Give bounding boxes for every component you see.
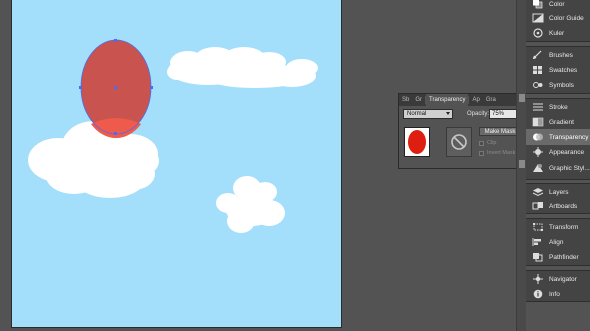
transparency-panel: Sb Gr Transparency Ap Gra Normal Opacity…: [398, 93, 526, 169]
artboard[interactable]: [11, 0, 342, 328]
scroll-handle[interactable]: [519, 160, 525, 168]
chevron-down-icon: [446, 112, 450, 115]
dock-item-transparency[interactable]: Transparency: [526, 129, 590, 145]
cloud-left[interactable]: [28, 121, 159, 198]
panel-dock: Color Color Guide Kuler Brushes Swatches…: [526, 0, 590, 331]
cloud-top-right[interactable]: [167, 47, 318, 88]
invert-mask-label: Invert Mask: [487, 150, 516, 156]
make-mask-button[interactable]: Make Mask: [479, 127, 521, 136]
blend-mode-select[interactable]: Normal: [403, 109, 453, 119]
scroll-handle[interactable]: [519, 94, 525, 102]
dock-item-align[interactable]: Align: [526, 234, 590, 250]
info-icon: [531, 288, 545, 300]
stroke-icon: [531, 101, 545, 113]
dock-collapse-gutter[interactable]: [516, 0, 526, 331]
opacity-input[interactable]: 75%: [489, 109, 517, 119]
dock-item-transform[interactable]: Transform: [526, 219, 590, 235]
tab-appearance[interactable]: Ap: [469, 94, 482, 106]
gradient-icon: [531, 116, 545, 128]
appearance-icon: [531, 146, 545, 158]
dock-item-stroke[interactable]: Stroke: [526, 99, 590, 115]
dock-item-swatches[interactable]: Swatches: [526, 62, 590, 78]
dock-item-artboards[interactable]: Artboards: [526, 198, 590, 214]
dock-item-graphic-styles[interactable]: Graphic Styl...: [526, 160, 590, 176]
dock-item-kuler[interactable]: Kuler: [526, 25, 590, 41]
tab-gradient[interactable]: Gr: [412, 94, 425, 106]
clip-checkbox[interactable]: Clip: [479, 140, 496, 146]
invert-mask-checkbox-box[interactable]: [479, 150, 484, 156]
graphic-styles-icon: [531, 162, 545, 174]
dock-item-gradient[interactable]: Gradient: [526, 114, 590, 130]
dock-item-color-guide[interactable]: Color Guide: [526, 10, 590, 26]
dock-item-pathfinder[interactable]: Pathfinder: [526, 249, 590, 265]
symbols-icon: [531, 79, 545, 91]
invert-mask-checkbox[interactable]: Invert Mask: [479, 150, 515, 156]
dock-item-info[interactable]: Info: [526, 286, 590, 302]
align-icon: [531, 236, 545, 248]
color-guide-icon: [531, 12, 545, 24]
transparency-icon: [531, 131, 545, 143]
blend-mode-value: Normal: [407, 111, 427, 117]
object-thumbnail[interactable]: [404, 127, 430, 157]
tab-transparency[interactable]: Transparency: [426, 94, 469, 106]
tab-graphic-styles[interactable]: Gra: [483, 94, 499, 106]
no-mask-icon: [451, 134, 467, 150]
pathfinder-icon: [531, 251, 545, 263]
cloud-small-right[interactable]: [216, 176, 285, 233]
clip-label: Clip: [487, 140, 497, 146]
panel-tab-bar: Sb Gr Transparency Ap Gra: [399, 94, 525, 106]
artboards-icon: [531, 200, 545, 212]
dock-item-brushes[interactable]: Brushes: [526, 47, 590, 63]
tab-stroke[interactable]: Sb: [399, 94, 412, 106]
panel-body: Normal Opacity: 75% Make Mask Clip Inver…: [399, 106, 525, 168]
navigator-icon: [531, 273, 545, 285]
layers-icon: [531, 186, 545, 198]
color-icon: [531, 0, 545, 10]
dock-item-appearance[interactable]: Appearance: [526, 144, 590, 160]
transform-icon: [531, 221, 545, 233]
kuler-icon: [531, 27, 545, 39]
brushes-icon: [531, 49, 545, 61]
dock-item-navigator[interactable]: Navigator: [526, 271, 590, 287]
dock-item-symbols[interactable]: Symbols: [526, 77, 590, 93]
clip-checkbox-box[interactable]: [479, 140, 484, 146]
illustrator-workspace: Sb Gr Transparency Ap Gra Normal Opacity…: [0, 0, 590, 331]
swatches-icon: [531, 64, 545, 76]
artwork-canvas: [28, 39, 318, 233]
mask-thumbnail[interactable]: [446, 127, 472, 157]
opacity-label: Opacity:: [467, 111, 490, 117]
